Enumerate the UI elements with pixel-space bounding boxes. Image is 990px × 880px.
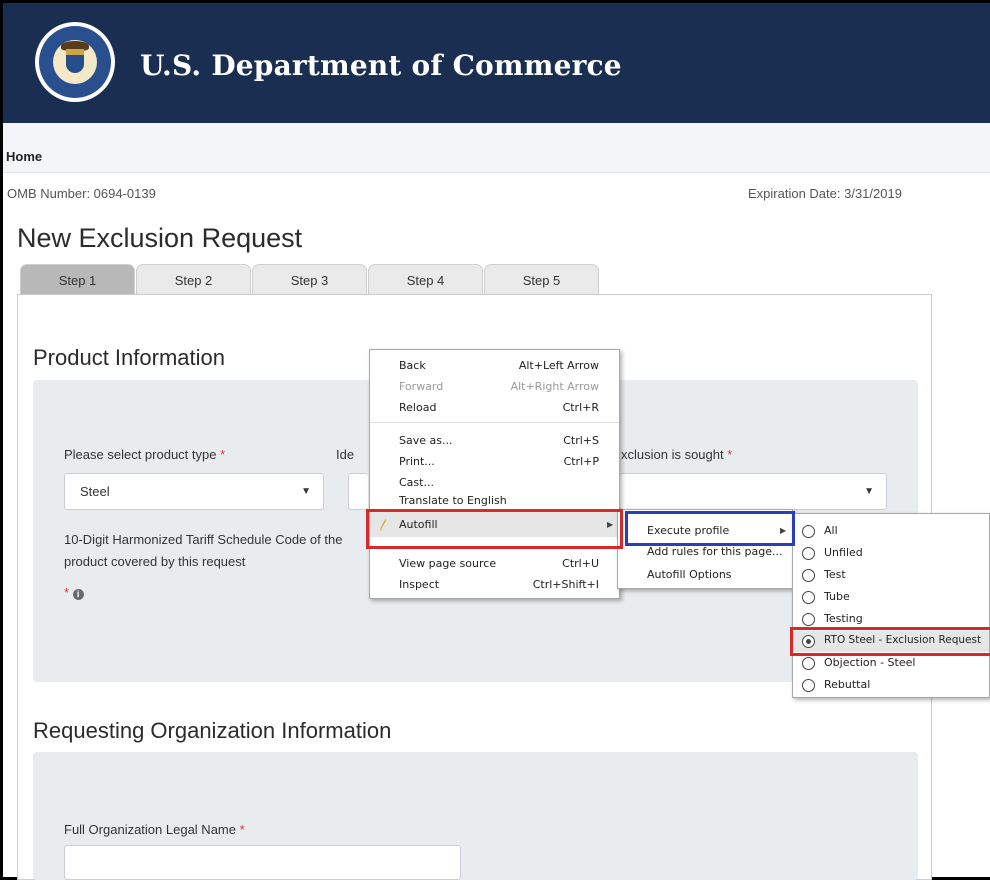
menu-forward[interactable]: Forward	[399, 376, 443, 397]
radio-icon[interactable]	[802, 657, 815, 670]
product-type-select[interactable]: Steel ▼	[64, 473, 324, 510]
profile-unfiled[interactable]: Unfiled	[824, 542, 863, 563]
expiration-date: Expiration Date: 3/31/2019	[748, 186, 902, 201]
menu-reload[interactable]: Reload	[399, 397, 436, 418]
menu-reload-shortcut: Ctrl+R	[562, 401, 599, 414]
tab-step-4[interactable]: Step 4	[368, 264, 483, 295]
chevron-down-icon: ▼	[864, 486, 874, 497]
menu-back[interactable]: Back	[399, 355, 426, 376]
legal-name-label: Full Organization Legal Name *	[64, 822, 245, 837]
profile-tube[interactable]: Tube	[824, 586, 850, 607]
menu-translate[interactable]: Translate to English	[399, 493, 507, 509]
omb-number: OMB Number: 0694-0139	[7, 186, 156, 201]
autofill-annotation-box	[366, 509, 623, 549]
site-title[interactable]: U.S. Department of Commerce	[140, 49, 622, 82]
product-type-label: Please select product type *	[64, 447, 226, 462]
menu-print-shortcut: Ctrl+P	[563, 455, 599, 468]
tab-step-5[interactable]: Step 5	[484, 264, 599, 295]
chevron-down-icon: ▼	[301, 486, 311, 497]
profile-rebuttal[interactable]: Rebuttal	[824, 674, 870, 695]
menu-save-as[interactable]: Save as...	[399, 430, 452, 451]
site-header: U.S. Department of Commerce	[3, 3, 990, 123]
breadcrumb: Home	[3, 123, 990, 173]
exclusion-select[interactable]: ▼	[620, 473, 887, 510]
legal-name-input[interactable]	[64, 845, 461, 880]
hts-required-info: * i	[64, 585, 84, 600]
product-type-value: Steel	[80, 484, 110, 499]
tab-step-3[interactable]: Step 3	[252, 264, 367, 295]
rto-steel-annotation-box	[790, 627, 990, 656]
execute-profile-annotation-box	[625, 511, 795, 546]
radio-icon[interactable]	[802, 679, 815, 692]
radio-icon[interactable]	[802, 569, 815, 582]
tab-step-2[interactable]: Step 2	[136, 264, 251, 295]
menu-print[interactable]: Print...	[399, 451, 435, 472]
menu-cast[interactable]: Cast...	[399, 472, 434, 493]
menu-save-as-shortcut: Ctrl+S	[563, 434, 599, 447]
department-seal-icon[interactable]	[35, 22, 115, 102]
info-icon[interactable]: i	[72, 589, 84, 600]
radio-icon[interactable]	[802, 547, 815, 560]
product-section-title: Product Information	[33, 345, 225, 370]
menu-back-shortcut: Alt+Left Arrow	[518, 359, 599, 372]
menu-autofill-options[interactable]: Autofill Options	[647, 564, 732, 585]
page-title: New Exclusion Request	[17, 223, 303, 253]
tab-step-1[interactable]: Step 1	[20, 264, 135, 295]
hts-code-label-2: product covered by this request	[64, 554, 246, 569]
profiles-submenu: All Unfiled Test Tube Testing RTO Steel …	[792, 513, 990, 698]
menu-view-source[interactable]: View page source	[399, 553, 496, 574]
menu-forward-shortcut: Alt+Right Arrow	[510, 380, 599, 393]
menu-inspect-shortcut: Ctrl+Shift+I	[532, 578, 599, 591]
menu-view-source-shortcut: Ctrl+U	[562, 557, 599, 570]
org-section-title: Requesting Organization Information	[33, 718, 392, 743]
identify-select[interactable]	[348, 473, 368, 510]
radio-icon[interactable]	[802, 613, 815, 626]
identify-label: Ide	[336, 447, 355, 462]
profile-testing[interactable]: Testing	[824, 608, 863, 629]
radio-icon[interactable]	[802, 525, 815, 538]
breadcrumb-home-link[interactable]: Home	[6, 149, 42, 164]
menu-inspect[interactable]: Inspect	[399, 574, 439, 595]
exclusion-label: xclusion is sought *	[621, 447, 733, 462]
profile-test[interactable]: Test	[824, 564, 846, 585]
radio-icon[interactable]	[802, 591, 815, 604]
context-menu: Back Alt+Left Arrow Forward Alt+Right Ar…	[369, 349, 620, 599]
profile-all[interactable]: All	[824, 520, 838, 541]
hts-code-label-1: 10-Digit Harmonized Tariff Schedule Code…	[64, 532, 343, 547]
